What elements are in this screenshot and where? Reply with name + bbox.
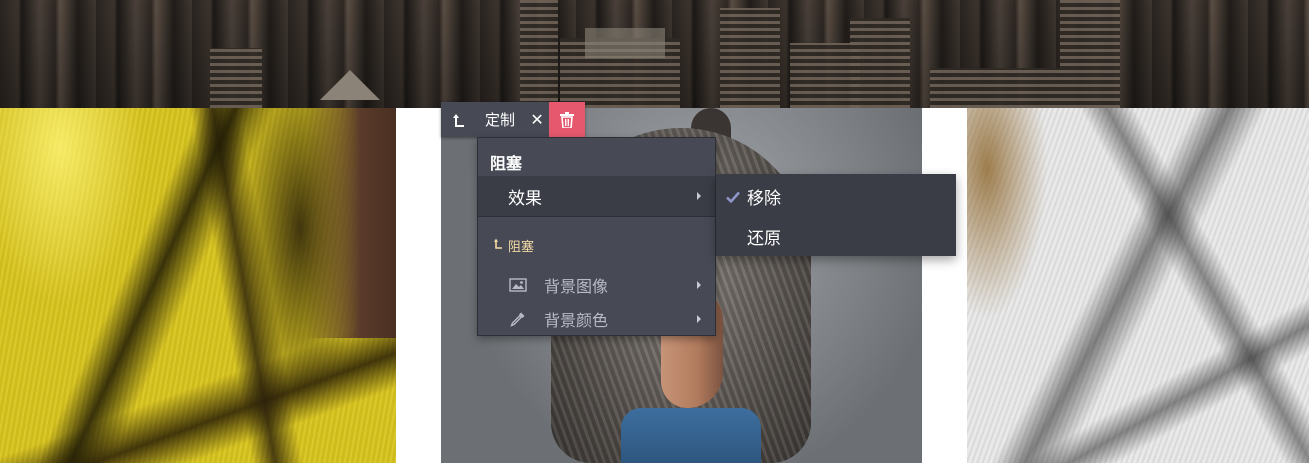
white-fur-photo xyxy=(967,108,1309,463)
menu-item-effect[interactable]: 效果 xyxy=(478,176,715,217)
submenu-item-remove-label: 移除 xyxy=(747,188,781,209)
menu-item-background-image[interactable]: 背景图像 xyxy=(478,268,715,302)
submenu-item-remove[interactable]: 移除 xyxy=(716,176,956,216)
menu-item-background-color[interactable]: 背景颜色 xyxy=(478,302,715,336)
close-button[interactable]: ✕ xyxy=(525,102,549,137)
menu-item-background-image-label: 背景图像 xyxy=(544,277,609,296)
city-skyline-photo xyxy=(0,0,1309,108)
parent-element-link[interactable]: 阻塞 xyxy=(494,234,534,256)
customize-label: 定制 xyxy=(485,111,516,129)
image-icon xyxy=(508,278,528,292)
effect-submenu: 移除 还原 xyxy=(716,174,956,256)
customize-menu: 阻塞 效果 阻塞 背景图像 背景颜色 xyxy=(477,137,716,336)
delete-button[interactable] xyxy=(549,102,586,137)
menu-item-background-color-label: 背景颜色 xyxy=(544,311,609,330)
parent-up-icon xyxy=(494,238,502,253)
close-icon: ✕ xyxy=(530,110,544,129)
checkmark-icon xyxy=(726,188,740,208)
select-parent-button[interactable] xyxy=(441,102,477,137)
parent-up-icon xyxy=(453,113,465,127)
yellow-fur-photo xyxy=(0,108,396,463)
chevron-right-icon xyxy=(697,192,701,200)
submenu-item-restore[interactable]: 还原 xyxy=(716,216,956,256)
parent-element-label: 阻塞 xyxy=(508,239,535,255)
menu-title: 阻塞 xyxy=(490,154,523,173)
menu-item-effect-label: 效果 xyxy=(508,188,542,209)
chevron-right-icon xyxy=(697,281,701,289)
eyedropper-icon xyxy=(508,311,528,327)
element-toolbar: 定制 ✕ xyxy=(441,102,586,137)
trash-icon xyxy=(560,111,575,128)
customize-button[interactable]: 定制 xyxy=(477,102,525,137)
chevron-right-icon xyxy=(697,315,701,323)
submenu-item-restore-label: 还原 xyxy=(747,228,781,249)
